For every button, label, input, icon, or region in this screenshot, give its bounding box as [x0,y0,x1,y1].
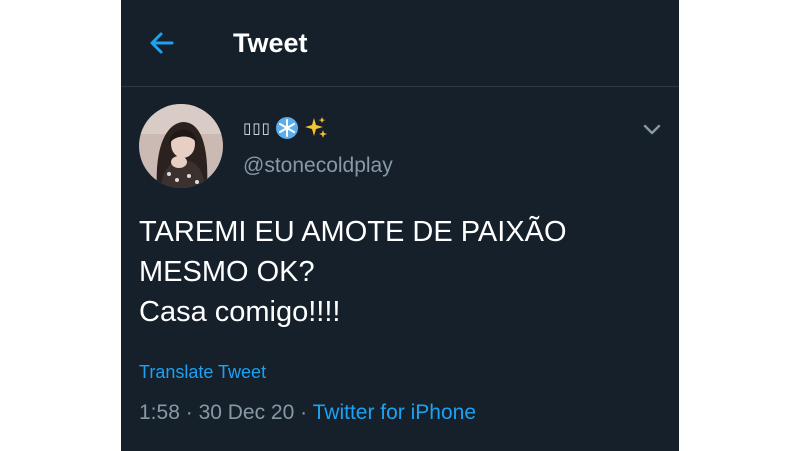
tweet-line: Casa comigo!!!! [139,296,341,328]
tweet-source-link[interactable]: Twitter for iPhone [313,401,476,424]
chevron-down-icon [643,124,661,135]
tweet-text: TAREMI EU AMOTE DE PAIXÃO MESMO OK? Casa… [139,212,659,332]
arrow-left-icon [150,32,174,54]
top-bar: Tweet [121,0,679,87]
back-button[interactable] [145,26,179,60]
avatar[interactable] [139,104,223,188]
tweet-date[interactable]: 30 Dec 20 [199,401,295,424]
tweet-screen: Tweet ▯▯▯ @stonecoldplay TAREMI EU AMOTE… [121,0,679,451]
author-display-name[interactable]: ▯▯▯ [243,114,329,142]
tweet-metadata: 1:58 · 30 Dec 20 · Twitter for iPhone [139,401,476,425]
meta-separator: · [185,401,193,424]
page-title: Tweet [233,28,308,58]
meta-separator: · [300,401,308,424]
sparkles-icon [304,117,327,138]
tweet-time[interactable]: 1:58 [139,401,180,424]
tweet-line: MESMO OK? [139,256,315,288]
snowflake-icon [275,117,298,139]
tweet-menu-button[interactable] [639,116,665,142]
display-name-text: ▯▯▯ [243,120,271,137]
author-handle[interactable]: @stonecoldplay [243,154,393,178]
avatar-image [139,104,223,188]
translate-tweet-link[interactable]: Translate Tweet [139,362,266,383]
tweet-line: TAREMI EU AMOTE DE PAIXÃO [139,216,567,248]
